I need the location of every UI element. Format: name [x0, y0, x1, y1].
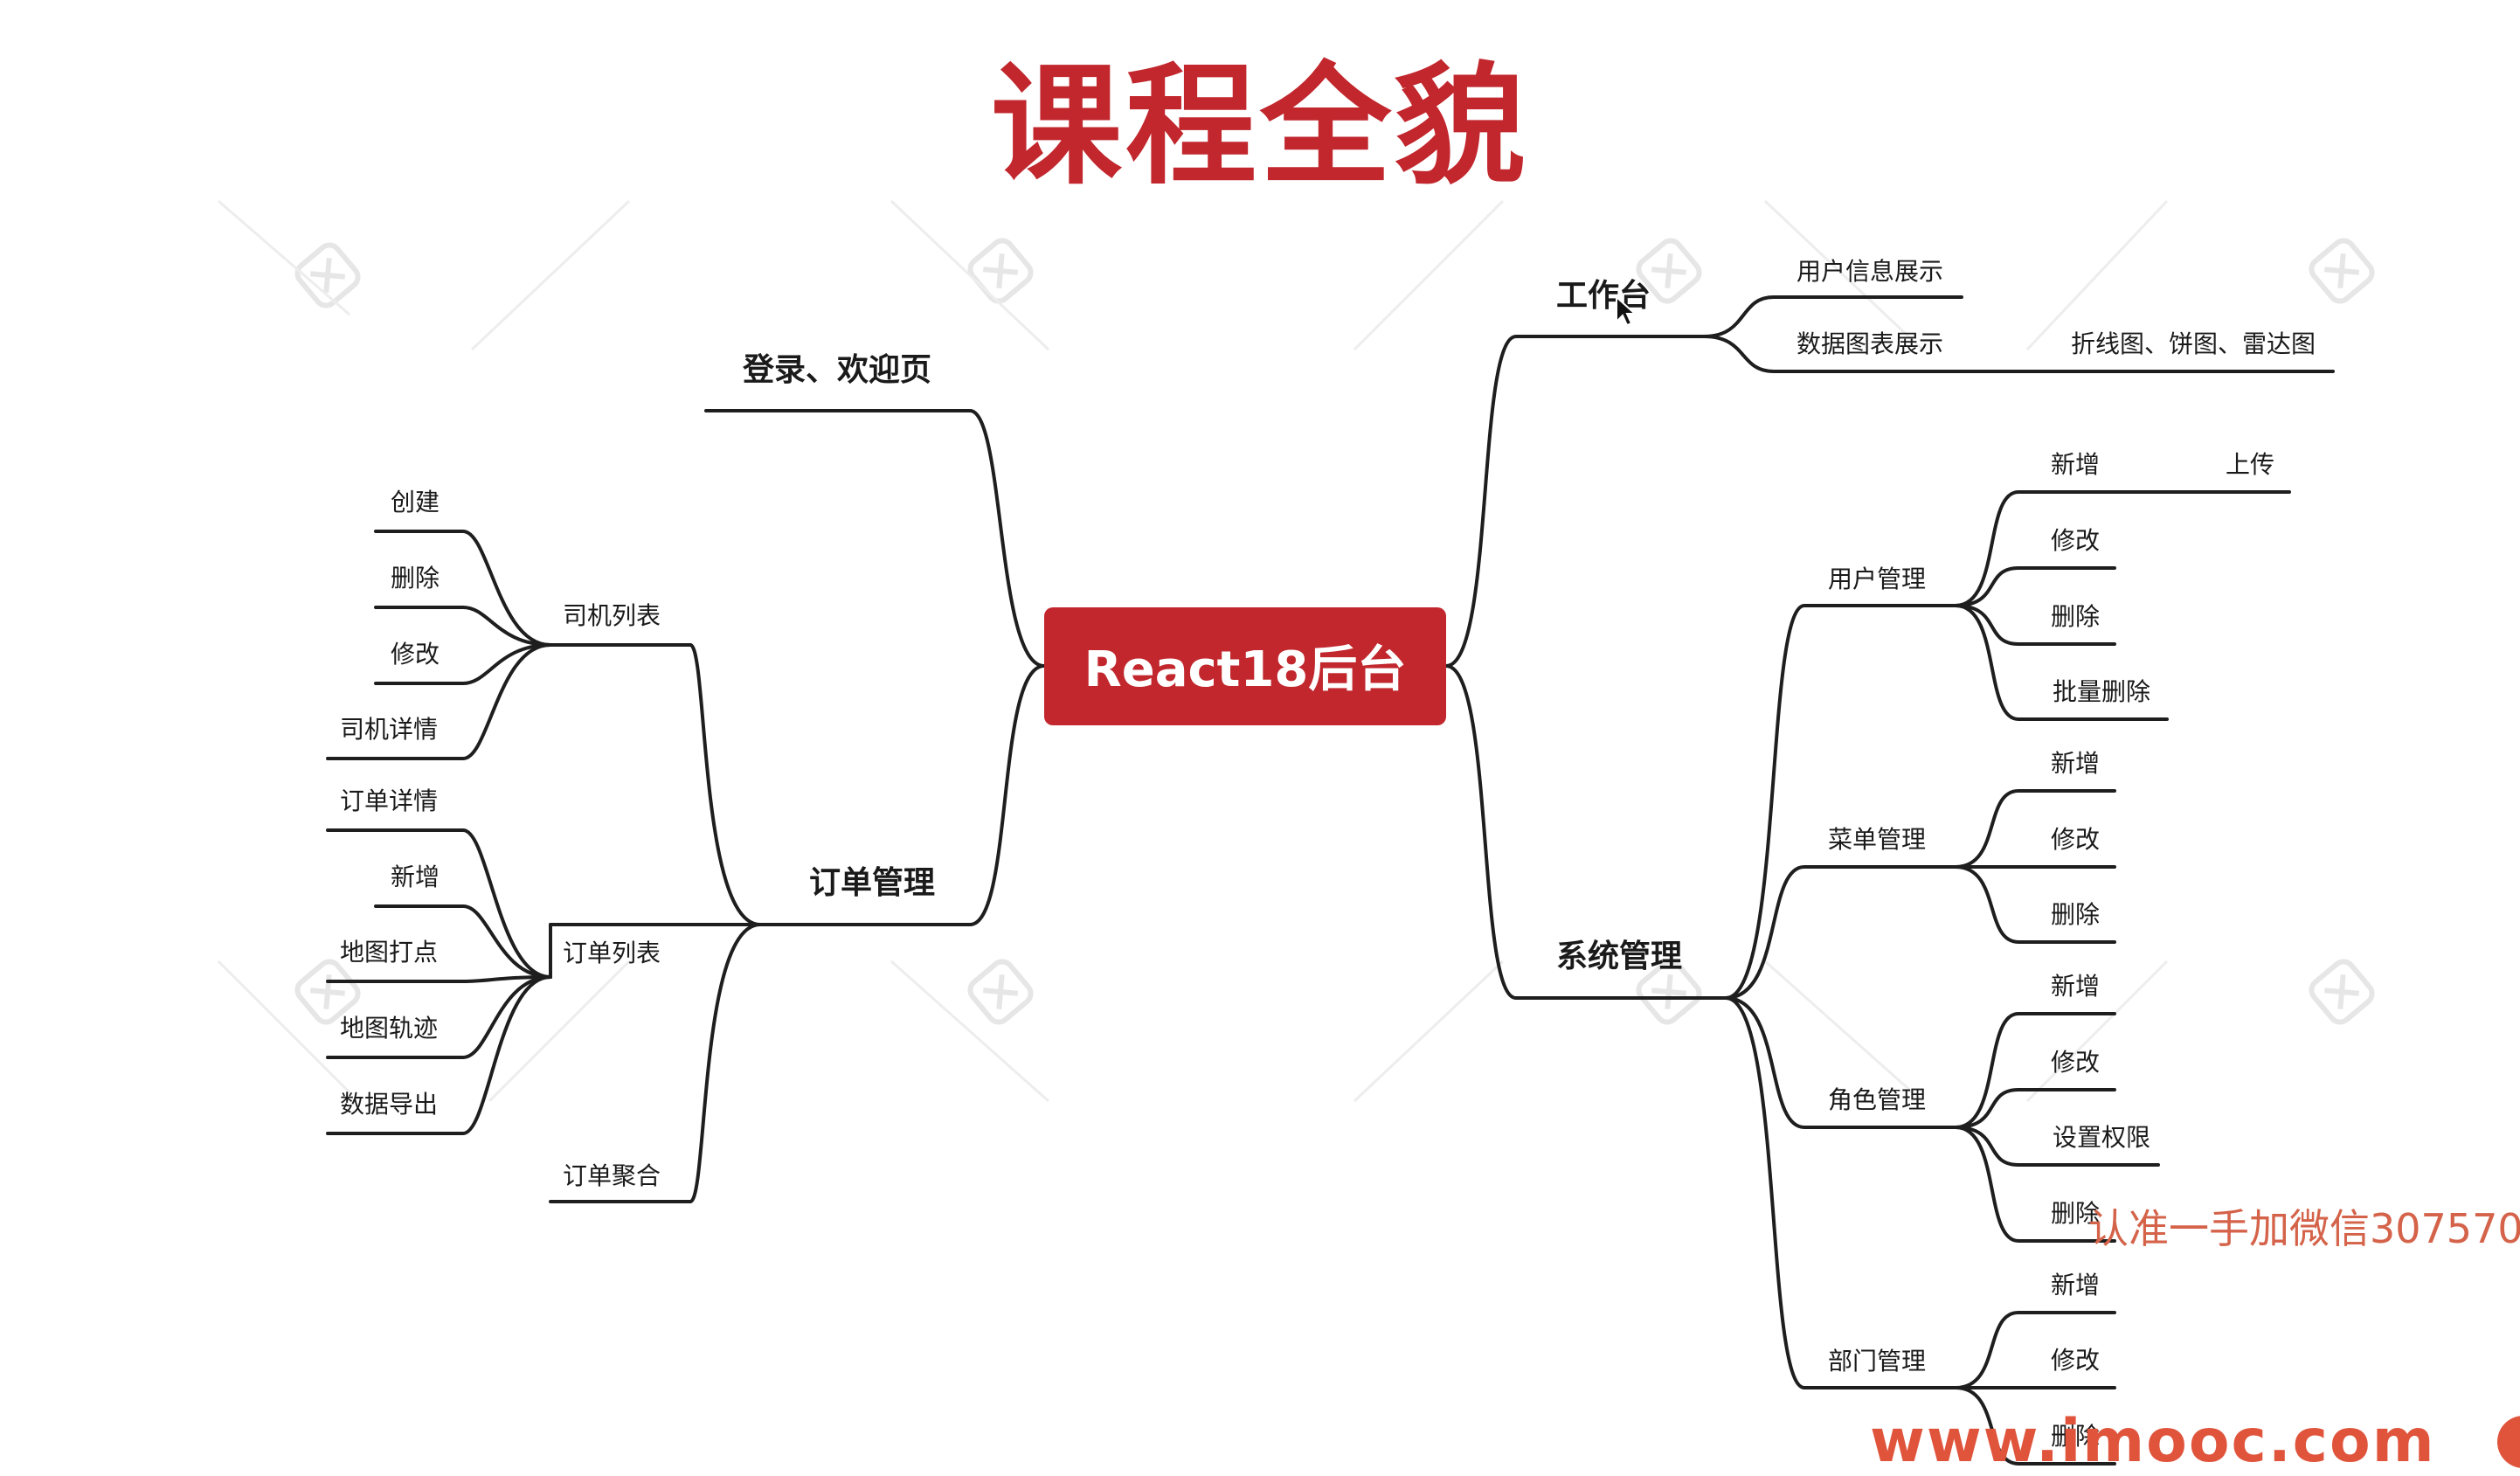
leaf-user-upload[interactable]: 上传	[2226, 450, 2274, 479]
leaf-user-edit[interactable]: 修改	[2051, 526, 2100, 555]
connector	[1954, 490, 2291, 607]
page-title: 课程全貌	[990, 51, 1529, 203]
node-order-aggregate[interactable]: 订单聚合	[563, 1161, 661, 1190]
central-topic-label: React18后台	[1084, 641, 1407, 698]
leaf-order-export[interactable]: 数据导出	[340, 1090, 438, 1119]
leaf-user-batch-delete[interactable]: 批量删除	[2053, 677, 2150, 706]
connector	[689, 923, 762, 1203]
leaf-user-add[interactable]: 新增	[2051, 450, 2100, 479]
leaf-driver-edit[interactable]: 修改	[391, 640, 440, 669]
leaf-dept-add[interactable]: 新增	[2051, 1271, 2100, 1299]
xmind-logo-icon	[967, 238, 1034, 304]
leaf-order-detail[interactable]: 订单详情	[340, 787, 438, 815]
central-topic[interactable]: React18后台	[1044, 607, 1446, 725]
leaf-dept-edit[interactable]: 修改	[2051, 1346, 2100, 1375]
leaf-order-map-point[interactable]: 地图打点	[340, 938, 438, 967]
node-user-mgmt[interactable]: 用户管理	[1828, 565, 1926, 593]
connector	[1724, 604, 1957, 1000]
leaf-user-delete[interactable]: 删除	[2051, 602, 2100, 631]
node-role-mgmt[interactable]: 角色管理	[1828, 1085, 1926, 1114]
leaf-role-edit[interactable]: 修改	[2051, 1048, 2100, 1077]
leaf-driver-create[interactable]: 创建	[391, 488, 440, 516]
xmind-logo-icon	[2309, 959, 2375, 1025]
connector	[326, 975, 552, 983]
branch-workbench[interactable]: 工作台	[1556, 278, 1651, 314]
leaf-driver-detail[interactable]: 司机详情	[340, 715, 438, 744]
node-driver-list[interactable]: 司机列表	[563, 601, 661, 630]
leaf-menu-edit[interactable]: 修改	[2051, 825, 2100, 854]
connector-lines	[326, 295, 2335, 1466]
watermark-text: 认准一手加微信3075705	[2088, 1205, 2520, 1252]
leaf-chart-types[interactable]: 折线图、饼图、雷达图	[2071, 329, 2316, 358]
connector	[1444, 335, 1706, 668]
xmind-logo-icon	[967, 959, 1034, 1025]
branch-login[interactable]: 登录、欢迎页	[742, 352, 931, 388]
leaf-role-permission[interactable]: 设置权限	[2053, 1123, 2150, 1152]
xmind-logo-icon	[2309, 238, 2375, 304]
connector	[689, 643, 762, 926]
node-menu-mgmt[interactable]: 菜单管理	[1828, 825, 1926, 854]
leaf-menu-delete[interactable]: 删除	[2051, 900, 2100, 929]
branch-system[interactable]: 系统管理	[1556, 939, 1682, 974]
leaf-menu-add[interactable]: 新增	[2051, 749, 2100, 778]
leaf-data-chart[interactable]: 数据图表展示	[1797, 329, 1943, 358]
node-dept-mgmt[interactable]: 部门管理	[1828, 1347, 1926, 1376]
connector	[968, 409, 1046, 668]
node-order-list[interactable]: 订单列表	[563, 939, 661, 967]
site-watermark: www.imooc.com	[1870, 1407, 2436, 1476]
leaf-role-add[interactable]: 新增	[2051, 972, 2100, 1001]
connector	[968, 664, 1046, 926]
leaf-user-info[interactable]: 用户信息展示	[1797, 257, 1943, 286]
connector	[1724, 865, 1957, 1000]
leaf-order-map-track[interactable]: 地图轨迹	[340, 1014, 438, 1043]
leaf-driver-delete[interactable]: 删除	[391, 564, 440, 592]
connector	[1724, 996, 1957, 1389]
leaf-order-add[interactable]: 新增	[391, 863, 440, 891]
branch-order-mgmt[interactable]: 订单管理	[809, 865, 935, 901]
